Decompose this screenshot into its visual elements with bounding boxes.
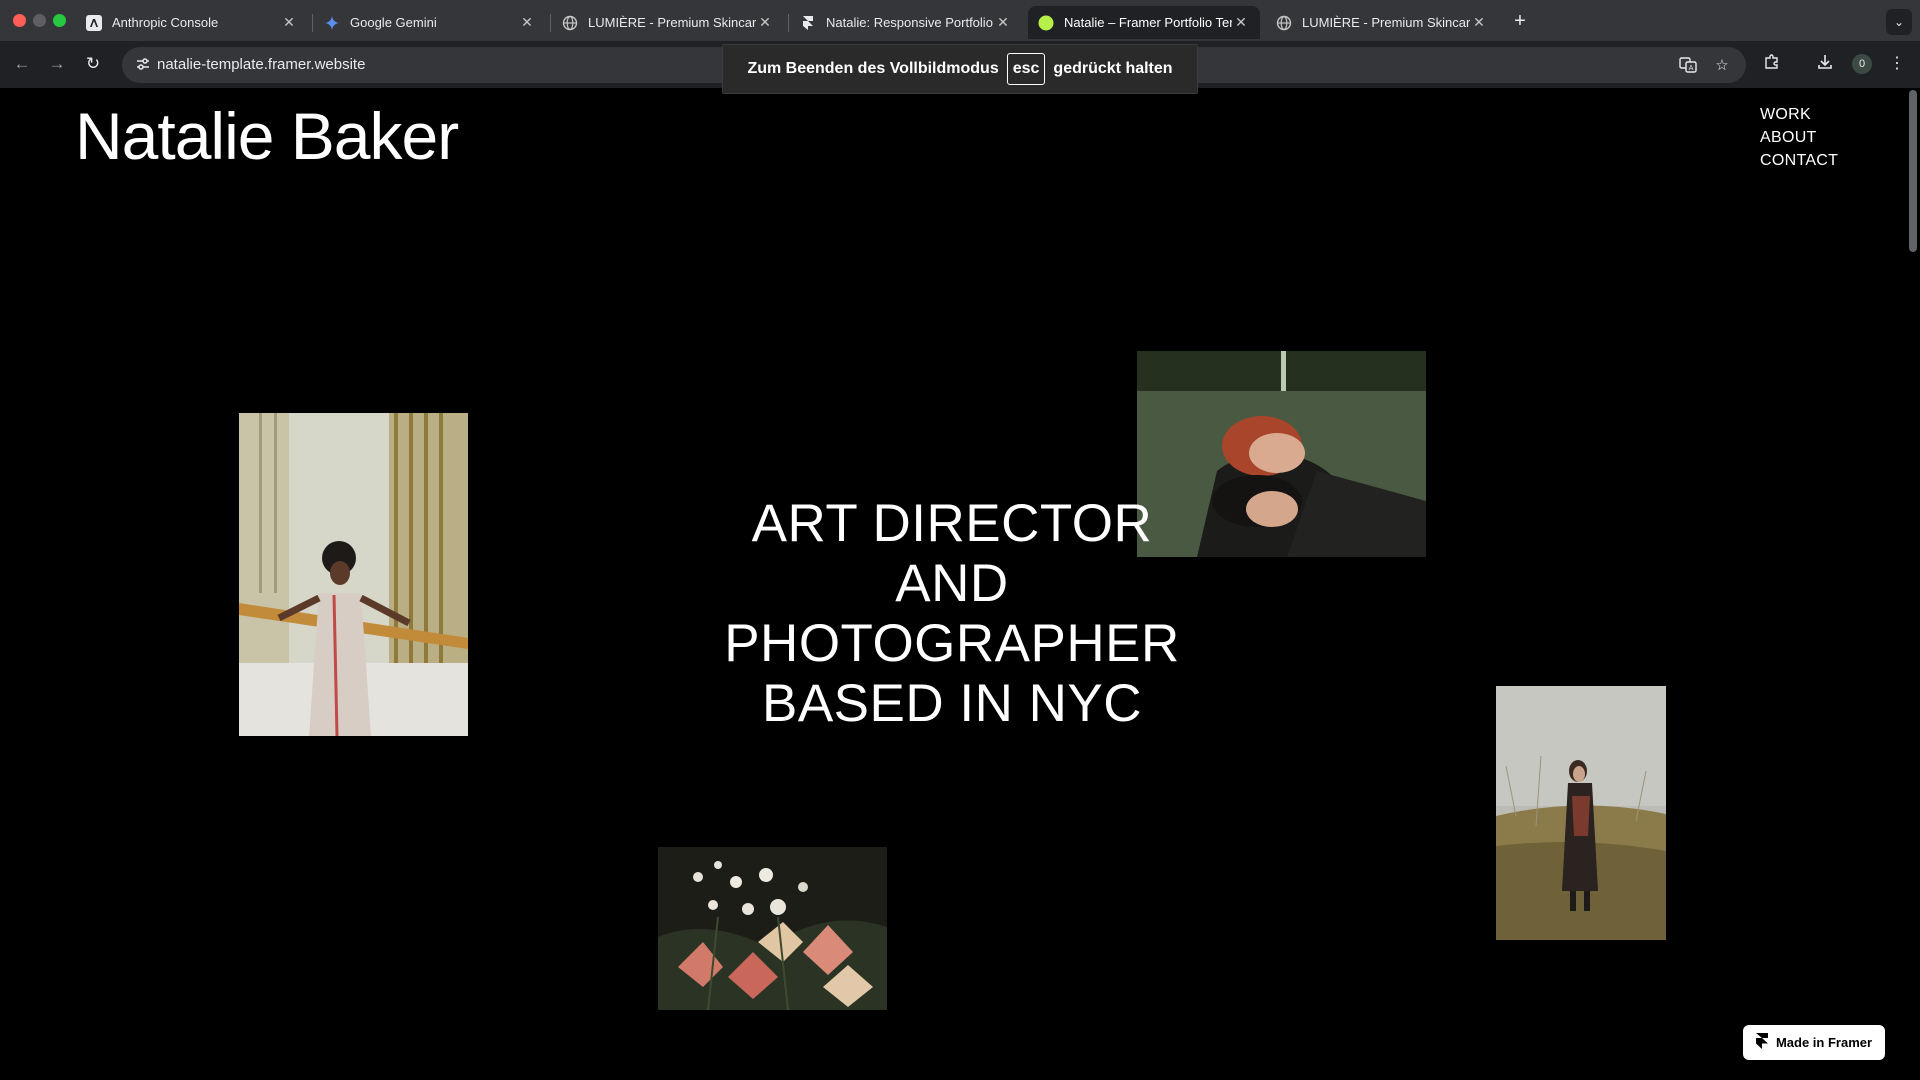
translate-icon[interactable]: A [1678,56,1698,76]
tab-divider [550,14,551,32]
new-tab-plus-icon[interactable]: + [1508,10,1532,34]
svg-text:A: A [1689,64,1694,72]
nav-link-about[interactable]: ABOUT [1760,129,1838,146]
tab-title: Google Gemini [350,15,437,30]
tab-close-icon[interactable]: ✕ [518,14,536,32]
notice-text-before: Zum Beenden des Vollbildmodus [747,60,999,77]
tab-divider [312,14,313,32]
tab-search-chevron-icon[interactable]: ⌄ [1886,9,1912,35]
tab-title: Natalie – Framer Portfolio Tem [1064,15,1232,30]
tab-title: LUMIÈRE - Premium Skincare [1302,15,1470,30]
natalie-favicon-icon [1038,15,1054,31]
page-scrollbar[interactable] [1909,90,1917,252]
tab-divider [788,14,789,32]
framer-icon [1755,1033,1768,1052]
reload-icon[interactable]: ↻ [81,52,105,76]
photo-woman-field[interactable] [1496,686,1666,940]
tab-title: Natalie: Responsive Portfolio [826,15,993,30]
tab-close-icon[interactable]: ✕ [280,14,298,32]
photo-woman-balcony[interactable] [239,413,468,736]
tab-bar: Anthropic Console ✕ Google Gemini ✕ LUMI… [0,0,1920,41]
extensions-icon[interactable] [1761,53,1783,75]
hero-line: AND PHOTOGRAPHER [724,554,1180,673]
hero-line: BASED IN NYC [761,674,1143,733]
badge-label: Made in Framer [1775,1035,1873,1050]
site-settings-icon[interactable] [134,56,152,74]
hero-tagline: ART DIRECTOR AND PHOTOGRAPHER BASED IN N… [660,494,1244,734]
fullscreen-exit-notice: Zum Beenden des Vollbildmodus esc gedrüc… [722,44,1198,94]
esc-key-badge: esc [1006,53,1046,85]
more-menu-icon[interactable]: ⋮ [1886,53,1908,75]
tab-lumiere-2[interactable]: LUMIÈRE - Premium Skincare ✕ [1266,6,1498,39]
hero-line: ART DIRECTOR [751,494,1153,553]
tab-close-icon[interactable]: ✕ [1232,14,1250,32]
url-text[interactable]: natalie-template.framer.website [157,56,365,73]
globe-icon [1276,15,1292,31]
back-arrow-icon[interactable]: ← [10,52,34,76]
anthropic-icon [86,14,102,31]
close-window-button[interactable] [13,14,26,27]
nav-link-contact[interactable]: CONTACT [1760,152,1838,169]
tab-anthropic-console[interactable]: Anthropic Console ✕ [76,6,308,39]
profile-avatar[interactable]: 0 [1852,54,1872,74]
tab-google-gemini[interactable]: Google Gemini ✕ [314,6,546,39]
tab-lumiere-1[interactable]: LUMIÈRE - Premium Skincare ✕ [552,6,784,39]
gemini-icon [324,15,340,31]
minimize-window-button[interactable] [33,14,46,27]
tab-close-icon[interactable]: ✕ [994,14,1012,32]
nav-link-work[interactable]: WORK [1760,106,1838,123]
tab-natalie-framer-portfolio[interactable]: Natalie – Framer Portfolio Tem ✕ [1028,6,1260,39]
forward-arrow-icon[interactable]: → [45,52,69,76]
tab-natalie-responsive[interactable]: Natalie: Responsive Portfolio ✕ [790,6,1022,39]
tab-close-icon[interactable]: ✕ [1470,14,1488,32]
framer-icon [800,15,816,31]
globe-icon [562,15,578,31]
tab-title: Anthropic Console [112,15,219,30]
site-brand-title[interactable]: Natalie Baker [75,98,459,174]
photo-flowers[interactable] [658,847,887,1010]
made-in-framer-badge[interactable]: Made in Framer [1743,1025,1885,1060]
page-content: Natalie Baker WORK ABOUT CONTACT ART DIR… [0,88,1920,1080]
bookmark-star-icon[interactable]: ☆ [1712,56,1732,76]
tab-title: LUMIÈRE - Premium Skincare [588,15,756,30]
download-icon[interactable] [1814,53,1836,75]
tab-close-icon[interactable]: ✕ [756,14,774,32]
fullscreen-window-button[interactable] [53,14,66,27]
site-nav: WORK ABOUT CONTACT [1760,106,1838,169]
notice-text-after: gedrückt halten [1053,60,1173,77]
